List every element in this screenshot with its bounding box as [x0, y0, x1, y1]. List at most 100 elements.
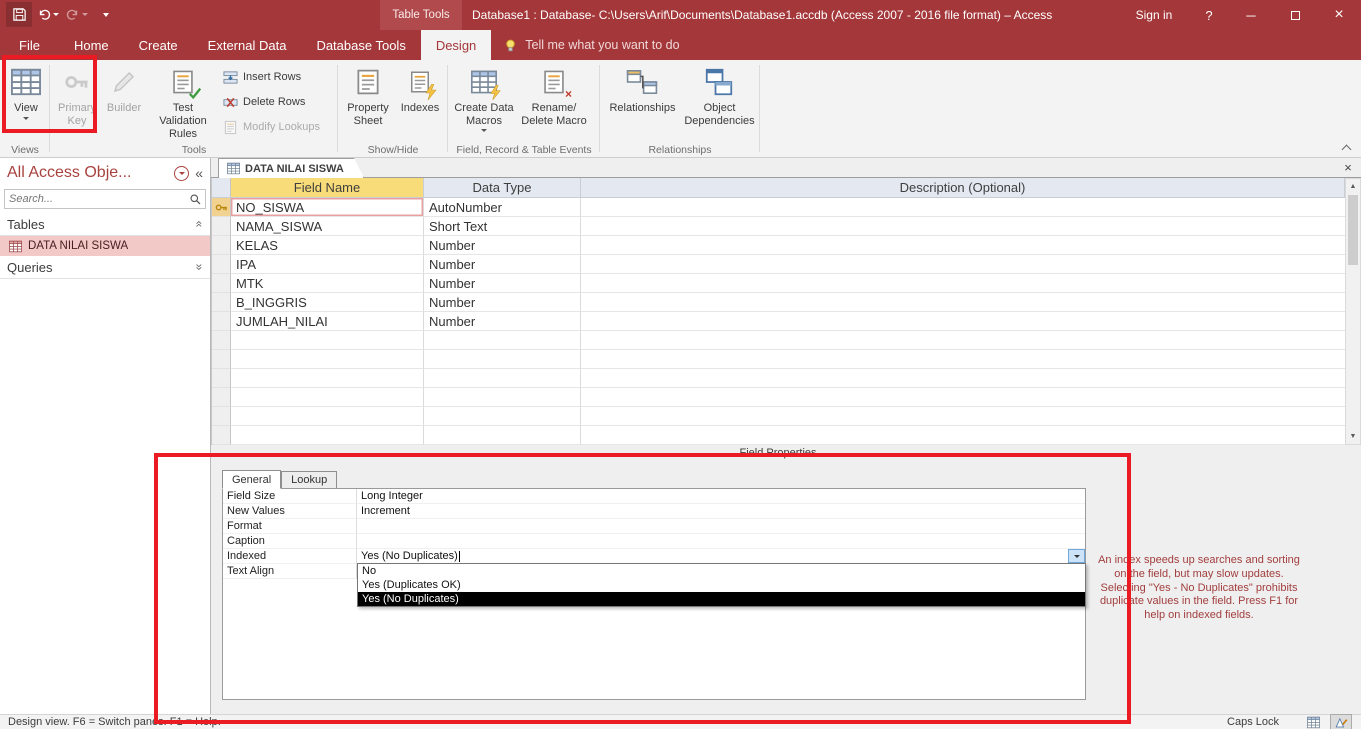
- customize-qat-icon[interactable]: [93, 2, 119, 27]
- data-type-cell[interactable]: AutoNumber: [424, 198, 581, 217]
- property-value[interactable]: Long Integer: [357, 489, 1085, 504]
- row-selector[interactable]: [212, 236, 231, 255]
- property-sheet-button[interactable]: Property Sheet: [341, 62, 395, 141]
- dropdown-option-yes-no-duplicates[interactable]: Yes (No Duplicates): [358, 592, 1085, 606]
- row-selector[interactable]: [212, 369, 231, 388]
- modify-lookups-button[interactable]: Modify Lookups: [219, 117, 324, 137]
- field-name-cell[interactable]: MTK: [231, 274, 424, 293]
- document-tab[interactable]: DATA NILAI SISWA: [218, 158, 364, 178]
- description-cell[interactable]: [581, 236, 1345, 255]
- row-selector[interactable]: [212, 274, 231, 293]
- row-selector[interactable]: [212, 331, 231, 350]
- data-type-cell[interactable]: Number: [424, 274, 581, 293]
- scroll-up-icon[interactable]: ▲: [1346, 179, 1360, 194]
- property-value[interactable]: Increment: [357, 504, 1085, 519]
- close-document-icon[interactable]: ×: [1341, 160, 1355, 175]
- test-validation-rules-button[interactable]: Test Validation Rules: [147, 62, 219, 141]
- property-label[interactable]: Text Align: [223, 564, 357, 579]
- property-label[interactable]: Format: [223, 519, 357, 534]
- data-type-cell[interactable]: Number: [424, 312, 581, 331]
- description-cell[interactable]: [581, 407, 1345, 426]
- property-label[interactable]: Indexed: [223, 549, 357, 564]
- nav-pane-title[interactable]: All Access Obje...: [7, 164, 168, 182]
- collapse-ribbon-icon[interactable]: [1341, 143, 1352, 155]
- field-name-cell[interactable]: JUMLAH_NILAI: [231, 312, 424, 331]
- description-cell[interactable]: [581, 217, 1345, 236]
- help-icon[interactable]: ?: [1189, 8, 1229, 23]
- field-name-cell[interactable]: IPA: [231, 255, 424, 274]
- field-name-cell[interactable]: [231, 426, 424, 445]
- relationships-button[interactable]: Relationships: [603, 62, 682, 141]
- description-cell[interactable]: [581, 426, 1345, 445]
- row-selector[interactable]: [212, 255, 231, 274]
- field-name-cell[interactable]: [231, 407, 424, 426]
- data-type-cell[interactable]: Number: [424, 255, 581, 274]
- row-selector[interactable]: [212, 407, 231, 426]
- field-name-cell[interactable]: [231, 350, 424, 369]
- redo-icon[interactable]: [64, 2, 90, 27]
- tab-file[interactable]: File: [0, 30, 59, 60]
- data-type-cell[interactable]: Short Text: [424, 217, 581, 236]
- field-name-cell[interactable]: NAMA_SISWA: [231, 217, 424, 236]
- property-value[interactable]: [357, 519, 1085, 534]
- data-type-cell[interactable]: [424, 350, 581, 369]
- primary-key-button[interactable]: Primary Key: [53, 62, 101, 141]
- field-name-cell[interactable]: NO_SISWA: [231, 198, 424, 217]
- design-view-icon[interactable]: [1330, 714, 1352, 729]
- property-label[interactable]: Caption: [223, 534, 357, 549]
- indexed-dropdown-button[interactable]: [1068, 549, 1085, 563]
- description-cell[interactable]: [581, 331, 1345, 350]
- row-selector[interactable]: [212, 217, 231, 236]
- row-selector[interactable]: [212, 426, 231, 445]
- tab-external-data[interactable]: External Data: [193, 30, 302, 60]
- scrollbar-thumb[interactable]: [1348, 195, 1358, 265]
- description-cell[interactable]: [581, 255, 1345, 274]
- rename-delete-macro-button[interactable]: × Rename/ Delete Macro: [517, 62, 591, 141]
- field-name-cell[interactable]: KELAS: [231, 236, 424, 255]
- property-value-indexed[interactable]: Yes (No Duplicates): [357, 549, 1085, 564]
- data-type-cell[interactable]: [424, 426, 581, 445]
- description-cell[interactable]: [581, 369, 1345, 388]
- description-cell[interactable]: [581, 312, 1345, 331]
- tab-create[interactable]: Create: [124, 30, 193, 60]
- create-data-macros-button[interactable]: Create Data Macros: [451, 62, 517, 141]
- shutter-bar-icon[interactable]: «: [195, 165, 203, 181]
- row-selector[interactable]: [212, 350, 231, 369]
- data-type-cell[interactable]: Number: [424, 293, 581, 312]
- view-button[interactable]: View: [3, 62, 49, 141]
- description-cell[interactable]: [581, 293, 1345, 312]
- nav-item-data-nilai-siswa[interactable]: DATA NILAI SISWA: [0, 236, 210, 256]
- description-cell[interactable]: [581, 350, 1345, 369]
- indexes-button[interactable]: Indexes: [395, 62, 445, 141]
- property-label[interactable]: Field Size: [223, 489, 357, 504]
- delete-rows-button[interactable]: Delete Rows: [219, 92, 324, 112]
- object-dependencies-button[interactable]: Object Dependencies: [682, 62, 757, 141]
- builder-button[interactable]: Builder: [101, 62, 147, 141]
- maximize-button[interactable]: [1273, 0, 1317, 30]
- nav-menu-icon[interactable]: [174, 165, 190, 181]
- row-selector[interactable]: [212, 312, 231, 331]
- tell-me-box[interactable]: Tell me what you want to do: [503, 30, 680, 60]
- collapse-section-icon[interactable]: «: [193, 221, 207, 228]
- row-selector[interactable]: [212, 293, 231, 312]
- tab-home[interactable]: Home: [59, 30, 124, 60]
- tab-general[interactable]: General: [222, 470, 282, 489]
- field-name-cell[interactable]: [231, 331, 424, 350]
- property-value[interactable]: [357, 534, 1085, 549]
- tab-database-tools[interactable]: Database Tools: [301, 30, 420, 60]
- save-icon[interactable]: [6, 2, 32, 27]
- property-label[interactable]: New Values: [223, 504, 357, 519]
- insert-rows-button[interactable]: Insert Rows: [219, 67, 324, 87]
- dropdown-option-no[interactable]: No: [358, 564, 1085, 578]
- vertical-scrollbar[interactable]: ▲ ▼: [1345, 178, 1361, 445]
- field-name-cell[interactable]: B_INGGRIS: [231, 293, 424, 312]
- search-icon[interactable]: [189, 193, 202, 206]
- description-cell[interactable]: [581, 274, 1345, 293]
- field-name-cell[interactable]: [231, 369, 424, 388]
- tab-lookup[interactable]: Lookup: [281, 471, 338, 489]
- dropdown-option-yes-duplicates-ok[interactable]: Yes (Duplicates OK): [358, 578, 1085, 592]
- close-button[interactable]: ×: [1317, 0, 1361, 30]
- data-type-cell[interactable]: [424, 407, 581, 426]
- search-input[interactable]: [5, 193, 189, 205]
- nav-section-tables[interactable]: Tables «: [0, 213, 210, 236]
